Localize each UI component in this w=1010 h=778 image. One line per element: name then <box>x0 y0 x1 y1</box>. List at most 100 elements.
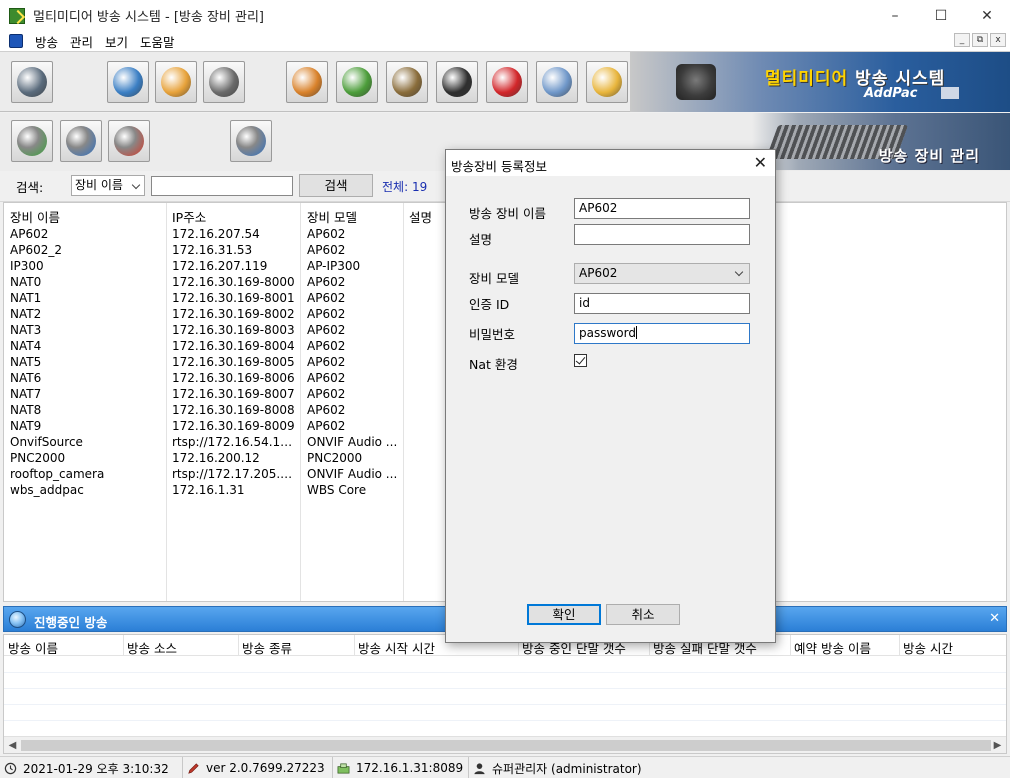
ip-address-cell: 172.16.30.169-8004 <box>172 339 295 353</box>
device-model-select[interactable]: AP602 <box>574 263 750 284</box>
table-row[interactable]: NAT0 172.16.30.169-8000 AP602 <box>4 275 424 291</box>
minimize-button[interactable]: – <box>872 0 918 31</box>
user-settings-button[interactable] <box>155 61 197 103</box>
admin-settings-button[interactable] <box>386 61 428 103</box>
table-row[interactable]: AP602_2 172.16.31.53 AP602 <box>4 243 424 259</box>
table-row[interactable]: NAT5 172.16.30.169-8005 AP602 <box>4 355 424 371</box>
menu-help[interactable]: 도움말 <box>140 32 175 51</box>
schedule-broadcast-button[interactable] <box>286 61 328 103</box>
system-menu-icon[interactable] <box>9 34 23 48</box>
speaker-button[interactable] <box>11 61 53 103</box>
device-name-cell: NAT4 <box>10 339 42 353</box>
table-row[interactable]: rooftop_camera rtsp://172.17.205.66... ONV… <box>4 467 424 483</box>
menu-view[interactable]: 보기 <box>105 32 128 51</box>
nat-checkbox[interactable] <box>574 354 587 367</box>
table-row[interactable]: wbs_addpac 172.16.1.31 WBS Core <box>4 483 424 499</box>
ip-address-cell: rtsp://172.17.205.66... <box>172 467 296 481</box>
table-row[interactable]: OnvifSource rtsp://172.16.54.189... ONVIF … <box>4 435 424 451</box>
column-header-broadcast-time[interactable]: 방송 시간 <box>903 638 953 657</box>
edit-device-button[interactable] <box>60 120 102 162</box>
status-server: 172.16.1.31:8089 <box>333 757 469 778</box>
user-broadcast-icon <box>342 67 372 97</box>
column-header-reserved-name[interactable]: 예약 방송 이름 <box>794 638 871 657</box>
column-divider <box>354 635 355 656</box>
delete-device-button[interactable] <box>108 120 150 162</box>
network-broadcast-button[interactable] <box>107 61 149 103</box>
mic-clock-icon <box>209 67 239 97</box>
device-name-cell: NAT0 <box>10 275 42 289</box>
column-header-broadcast-source[interactable]: 방송 소스 <box>127 638 177 657</box>
device-model-value: AP602 <box>579 266 618 280</box>
menu-broadcast[interactable]: 방송 <box>35 32 58 51</box>
table-row[interactable]: NAT2 172.16.30.169-8002 AP602 <box>4 307 424 323</box>
lock-button[interactable] <box>586 61 628 103</box>
mdi-restore-button[interactable]: ⧉ <box>972 33 988 47</box>
maximize-button[interactable]: ☐ <box>918 0 964 31</box>
horizontal-scrollbar[interactable]: ◀ ▶ <box>4 736 1006 753</box>
mdi-close-button[interactable]: x <box>990 33 1006 47</box>
dns-button[interactable] <box>436 61 478 103</box>
column-header-description[interactable]: 설명 <box>409 207 432 226</box>
user-broadcast-button[interactable] <box>336 61 378 103</box>
table-row[interactable]: NAT3 172.16.30.169-8003 AP602 <box>4 323 424 339</box>
speaker-icon <box>17 67 47 97</box>
device-model-cell: AP602 <box>307 323 346 337</box>
app-logo-icon <box>9 7 25 24</box>
microphone-icon <box>676 64 716 100</box>
dialog-close-button[interactable]: ✕ <box>754 153 767 172</box>
panel-close-button[interactable]: ✕ <box>989 611 1000 626</box>
status-version-text: ver 2.0.7699.27223 <box>206 761 325 775</box>
close-window-button[interactable]: ✕ <box>964 0 1010 31</box>
section-banner: 방송 장비 관리 <box>752 113 1010 170</box>
table-row[interactable]: NAT9 172.16.30.169-8009 AP602 <box>4 419 424 435</box>
search-button[interactable]: 검색 <box>299 174 373 197</box>
table-row[interactable]: NAT8 172.16.30.169-8008 AP602 <box>4 403 424 419</box>
mdi-minimize-button[interactable]: _ <box>954 33 970 47</box>
exit-button[interactable] <box>230 120 272 162</box>
device-name-label: 방송 장비 이름 <box>469 206 546 221</box>
emergency-button[interactable] <box>486 61 528 103</box>
chevron-down-icon <box>131 180 141 190</box>
auth-id-field[interactable]: id <box>574 293 750 314</box>
table-row[interactable]: NAT6 172.16.30.169-8006 AP602 <box>4 371 424 387</box>
table-row[interactable]: IP300 172.16.207.119 AP-IP300 <box>4 259 424 275</box>
camera-edit-icon <box>66 126 96 156</box>
brand-mark <box>941 87 959 99</box>
device-name-field[interactable]: AP602 <box>574 198 750 219</box>
row-divider <box>4 688 1006 689</box>
schedule-mic-button[interactable] <box>203 61 245 103</box>
menu-manage[interactable]: 관리 <box>70 32 93 51</box>
scroll-left-icon[interactable]: ◀ <box>5 738 20 753</box>
device-name-cell: IP300 <box>10 259 44 273</box>
brand-logo: AddPac <box>864 86 918 101</box>
column-header-ip[interactable]: IP주소 <box>172 207 206 226</box>
column-header-start-time[interactable]: 방송 시작 시간 <box>358 638 435 657</box>
column-header-model[interactable]: 장비 모델 <box>307 207 357 226</box>
column-header-name[interactable]: 장비 이름 <box>10 207 60 226</box>
table-row[interactable]: NAT7 172.16.30.169-8007 AP602 <box>4 387 424 403</box>
clock-icon <box>4 762 17 774</box>
column-header-broadcast-name[interactable]: 방송 이름 <box>8 638 58 657</box>
search-field-value: 장비 이름 <box>75 178 123 192</box>
add-device-button[interactable] <box>11 120 53 162</box>
ip-address-cell: 172.16.207.119 <box>172 259 268 273</box>
status-datetime: 2021-01-29 오후 3:10:32 <box>0 757 183 778</box>
description-field[interactable] <box>574 224 750 245</box>
ok-button[interactable]: 확인 <box>527 604 601 625</box>
window-controls: – ☐ ✕ <box>872 0 1010 31</box>
row-divider <box>4 704 1006 705</box>
table-row[interactable]: PNC2000 172.16.200.12 PNC2000 <box>4 451 424 467</box>
table-row[interactable]: NAT4 172.16.30.169-8004 AP602 <box>4 339 424 355</box>
cancel-button[interactable]: 취소 <box>606 604 680 625</box>
table-row[interactable]: AP602 172.16.207.54 AP602 <box>4 227 424 243</box>
search-field-select[interactable]: 장비 이름 <box>71 175 145 196</box>
search-input[interactable] <box>151 176 293 196</box>
auth-id-label: 인증 ID <box>469 297 510 312</box>
column-header-broadcast-type[interactable]: 방송 종류 <box>242 638 292 657</box>
log-search-button[interactable] <box>536 61 578 103</box>
scroll-right-icon[interactable]: ▶ <box>990 738 1005 753</box>
password-field[interactable]: password <box>574 323 750 344</box>
scroll-thumb[interactable] <box>21 740 991 751</box>
search-label: 검색: <box>16 180 44 195</box>
table-row[interactable]: NAT1 172.16.30.169-8001 AP602 <box>4 291 424 307</box>
